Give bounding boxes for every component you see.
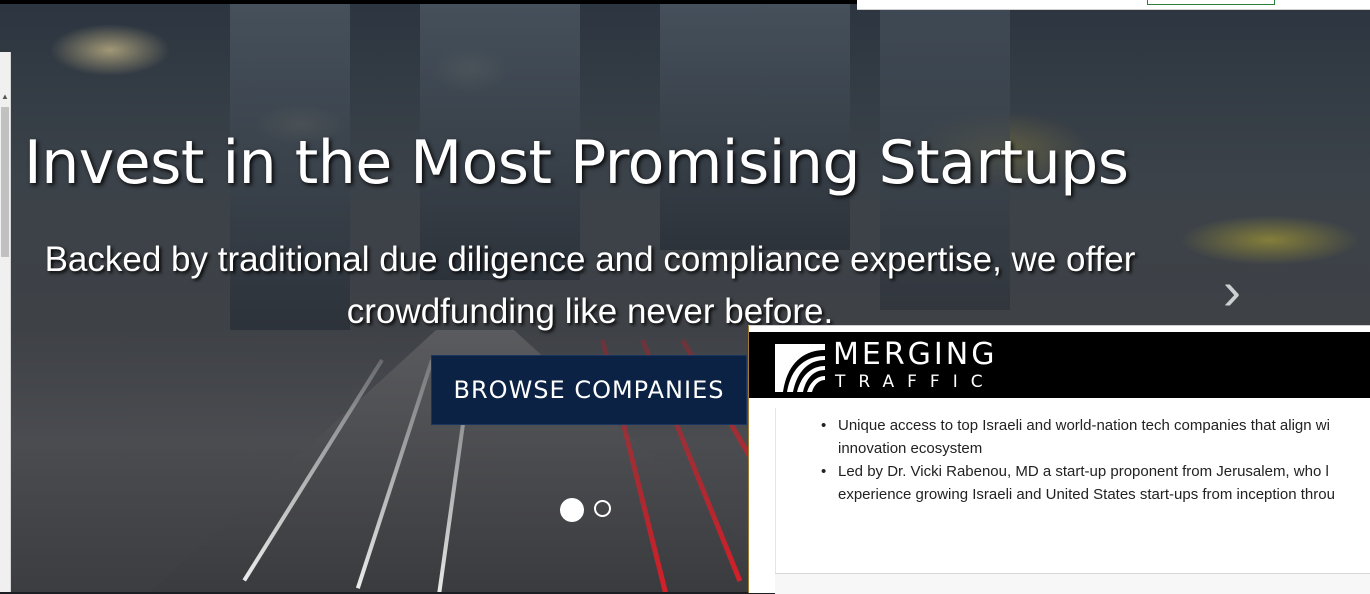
bullet: • (821, 463, 827, 480)
list-item: • Unique access to top Israeli and world… (821, 414, 1370, 460)
hero-subheading-line-1: Backed by traditional due diligence and … (44, 240, 1136, 279)
hero-headline: Invest in the Most Promising Startups (24, 128, 1129, 198)
logo-wordmark-merging: MERGING (833, 337, 998, 372)
list-item-line: Led by Dr. Vicki Rabenou, MD a start-up … (838, 463, 1329, 480)
bullet: • (821, 417, 827, 434)
carousel-dot-active[interactable] (560, 498, 584, 522)
logo-wordmark-traffic: TRAFFIC (835, 372, 996, 392)
merging-traffic-popup: MERGING TRAFFIC • Unique access to top I… (748, 325, 1370, 594)
scroll-up-icon[interactable]: ▲ (1, 92, 9, 101)
popup-header: MERGING TRAFFIC (749, 332, 1370, 398)
list-item: • Led by Dr. Vicki Rabenou, MD a start-u… (821, 460, 1370, 506)
popup-body: • Unique access to top Israeli and world… (775, 408, 1370, 579)
background-window-button[interactable] (1147, 0, 1275, 5)
popup-footer (775, 573, 1370, 594)
list-item-line: innovation ecosystem (838, 440, 983, 457)
top-bar (0, 0, 860, 4)
carousel-next-icon[interactable]: › (1212, 264, 1252, 318)
carousel-dot[interactable] (594, 500, 611, 517)
browse-companies-button[interactable]: BROWSE COMPANIES (431, 355, 747, 425)
merging-traffic-logo-icon (775, 340, 829, 392)
list-item-line: experience growing Israeli and United St… (838, 486, 1335, 503)
background-building (660, 0, 850, 250)
hero-subheading: Backed by traditional due diligence and … (0, 234, 1180, 338)
feature-list: • Unique access to top Israeli and world… (776, 414, 1370, 506)
background-window-strip (857, 0, 1370, 10)
list-item-line: Unique access to top Israeli and world-n… (838, 417, 1330, 434)
